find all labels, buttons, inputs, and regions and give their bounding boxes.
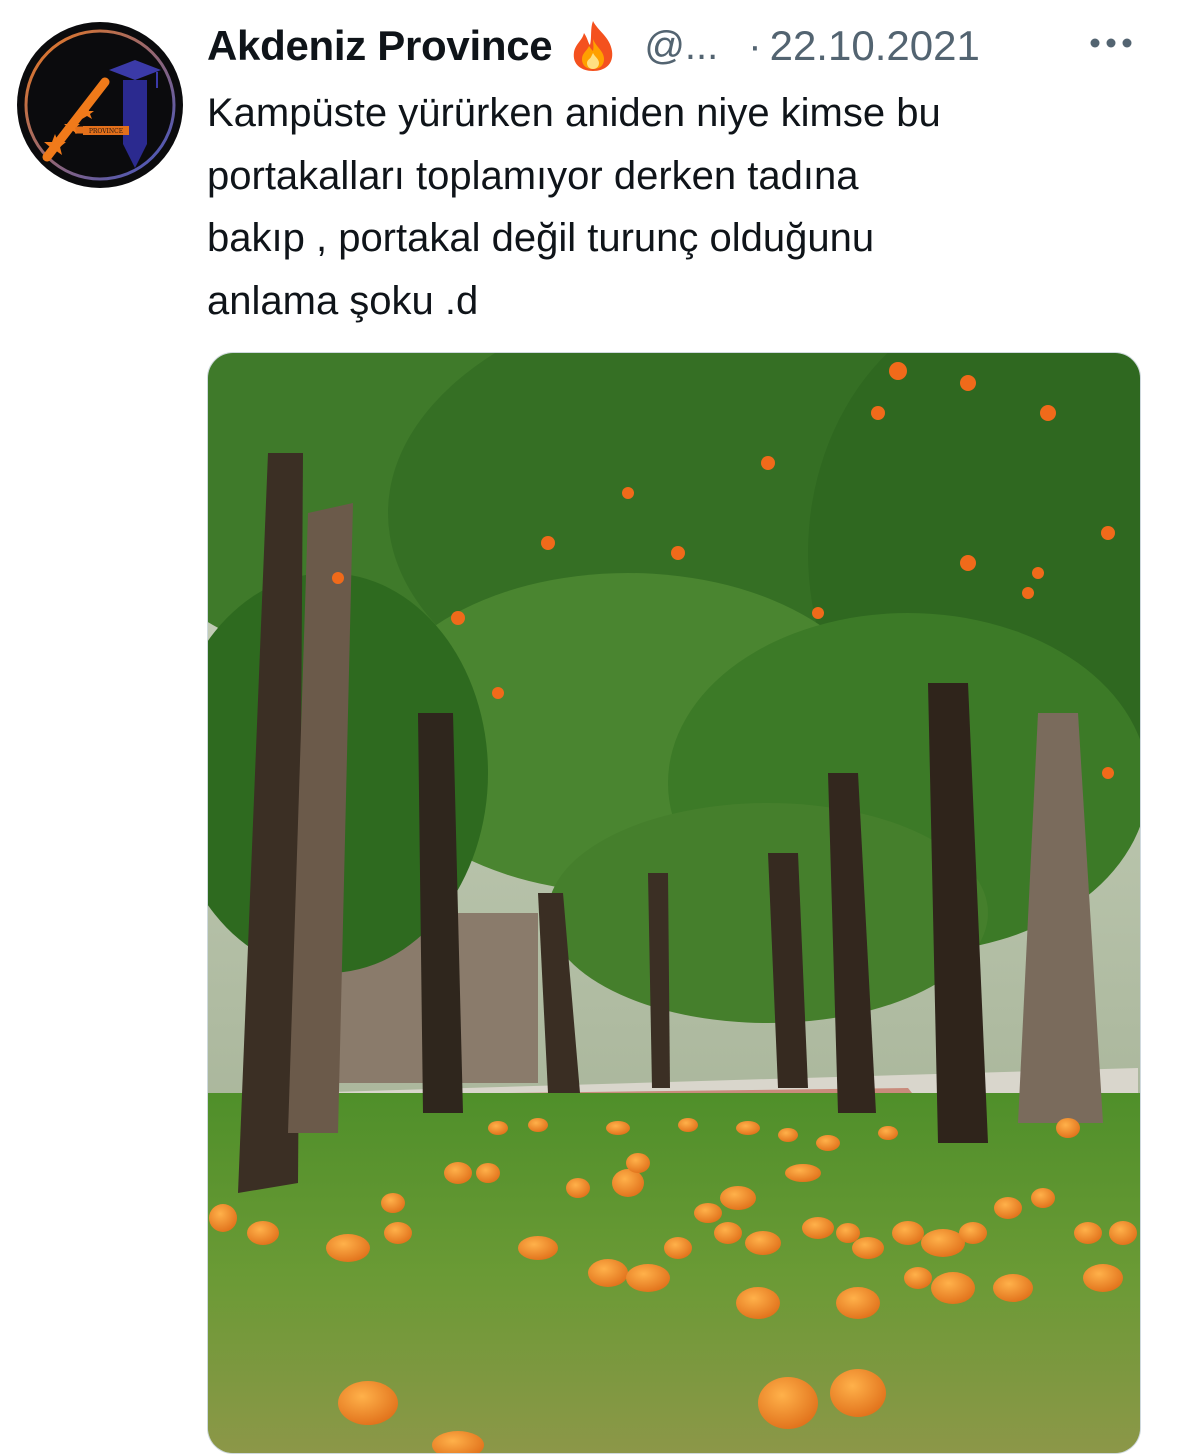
- tweet-date[interactable]: 22.10.2021: [770, 22, 980, 70]
- tweet-text-line: bakıp , portakal değil turunç olduğunu: [207, 216, 875, 260]
- tweet-text-line: portakalları toplamıyor derken tadına: [207, 153, 859, 198]
- avatar[interactable]: PROVINCE: [17, 22, 183, 188]
- author-name[interactable]: Akdeniz Province: [207, 22, 553, 70]
- tweet-text-line: Kampüste yürürken aniden niye kimse bu: [207, 91, 941, 135]
- fire-emoji-icon: [574, 21, 613, 71]
- orange-trees-photo-icon: [208, 353, 1140, 1453]
- province-logo-icon: PROVINCE: [24, 29, 176, 181]
- tweet-text-line: anlama şoku .d: [207, 278, 479, 323]
- more-options-icon[interactable]: [1086, 28, 1136, 58]
- tweet-text: Kampüste yürürken aniden niye kimse bu p…: [207, 82, 1137, 332]
- separator-dot: ·: [748, 23, 762, 68]
- logo-text: PROVINCE: [89, 128, 123, 135]
- tweet-header: Akdeniz Province @... · 22.10.2021: [207, 14, 980, 78]
- tweet-media-photo[interactable]: [207, 352, 1141, 1454]
- author-handle[interactable]: @...: [644, 24, 718, 69]
